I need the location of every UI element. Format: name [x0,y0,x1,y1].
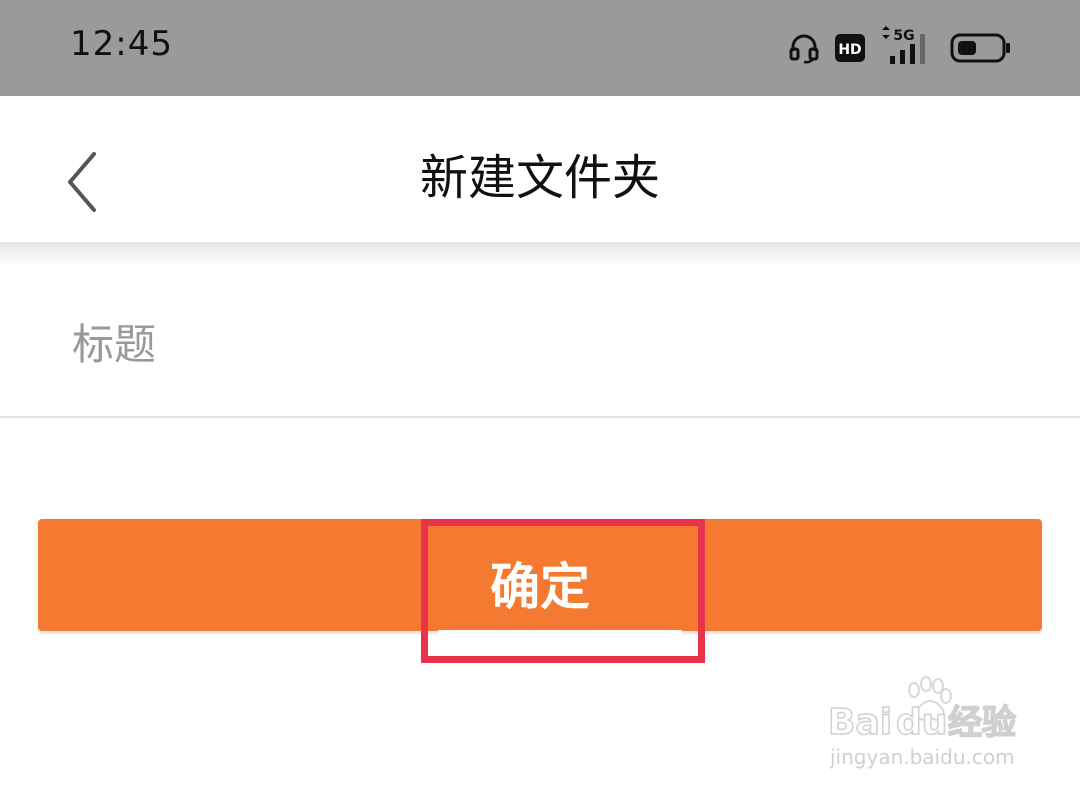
network-label: 5G [893,28,914,44]
headset-icon [789,34,819,64]
title-field[interactable] [0,270,1080,416]
hd-icon: HD [835,34,865,62]
watermark-brand: Bai [828,702,892,743]
highlight-annotation-box [421,519,705,663]
5g-signal-icon: 5G [882,26,925,64]
baidu-jingyan-watermark: Bai du 经验 jingyan.baidu.com [827,676,1017,769]
divider [0,416,1080,418]
page-title: 新建文件夹 [419,150,660,206]
highlight-underline [438,630,682,635]
nav-shadow [0,242,1080,268]
title-input[interactable] [72,314,1032,374]
battery-icon [950,33,1010,63]
hd-label: HD [838,42,861,58]
watermark-url: jingyan.baidu.com [829,745,1015,769]
status-bar: 12:45 HD 5G [0,0,1080,96]
watermark-brand-du: du [896,702,947,743]
status-icons: HD 5G [760,0,1080,96]
status-time: 12:45 [70,24,173,64]
watermark-brand-cn: 经验 [948,703,1016,743]
